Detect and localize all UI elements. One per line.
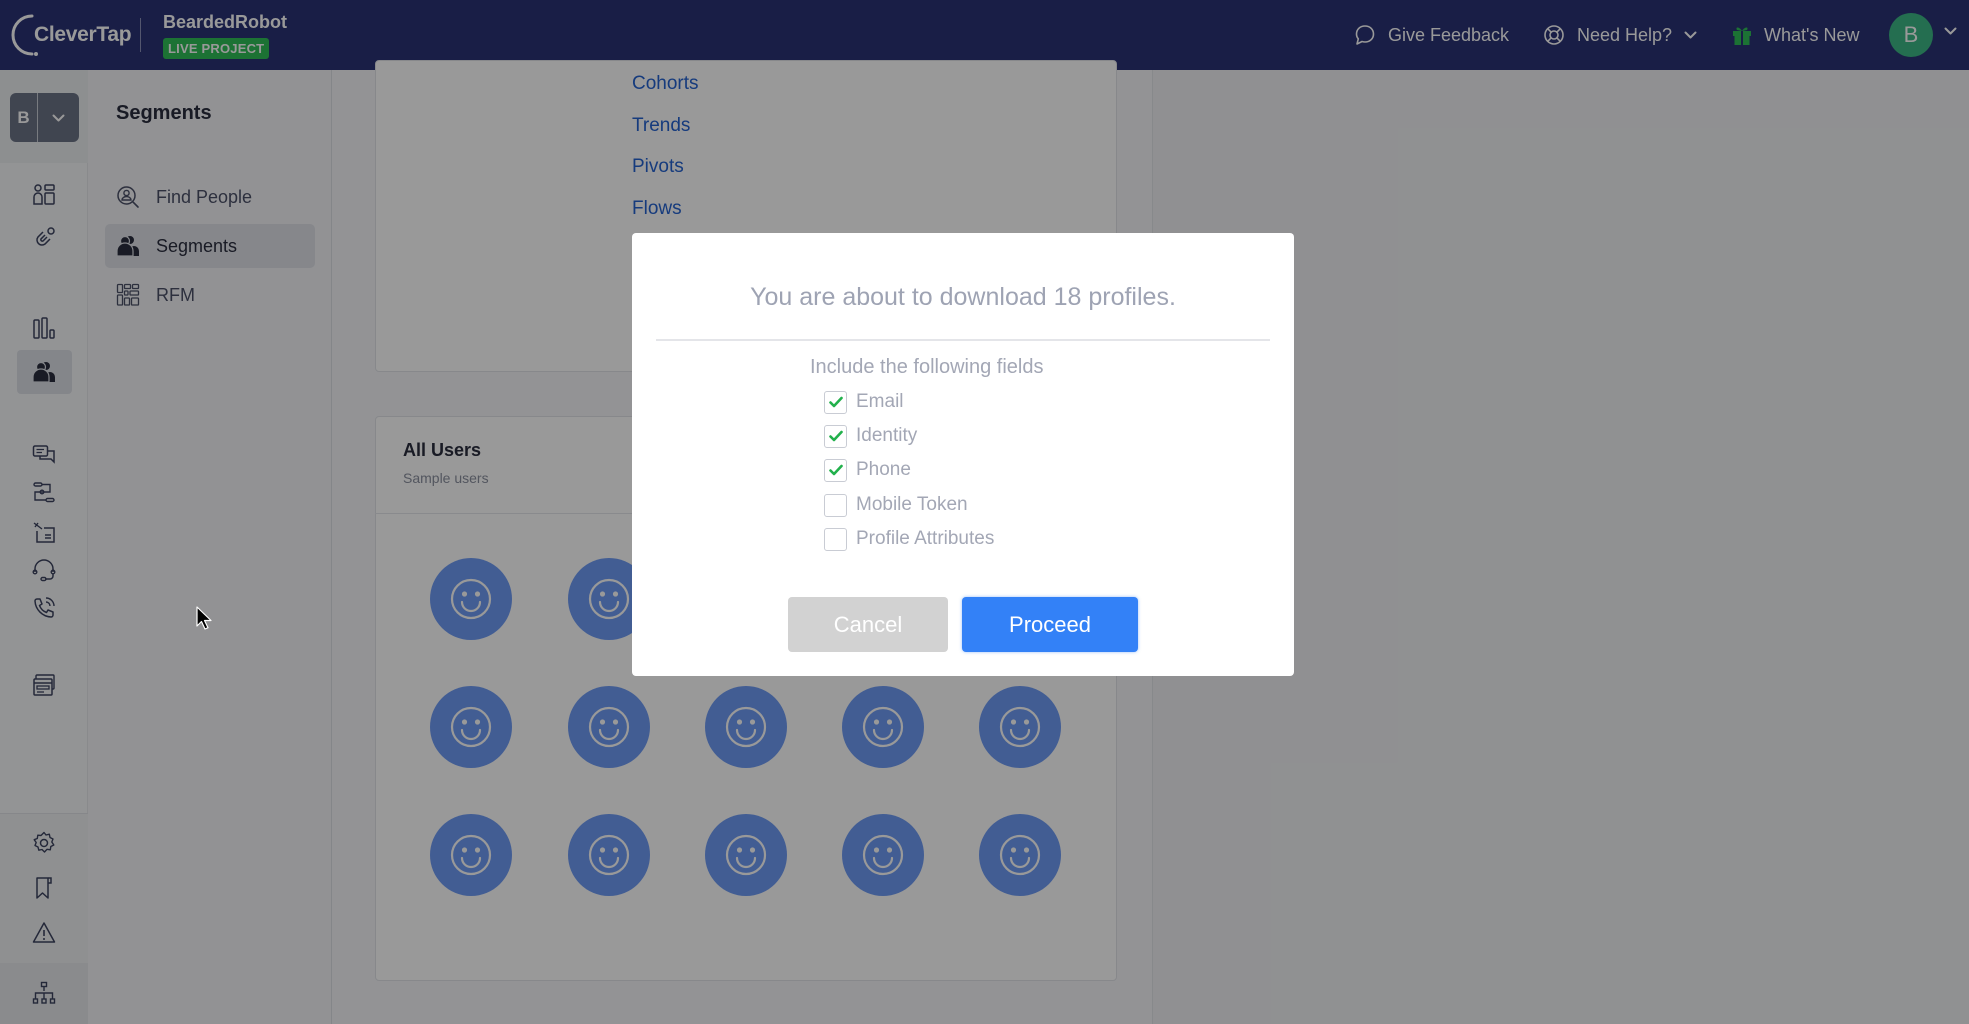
download-profiles-modal: You are about to download 18 profiles. I…: [632, 233, 1294, 676]
checkbox-checked[interactable]: [824, 390, 847, 414]
fields-subtitle: Include the following fields: [810, 356, 1044, 378]
modal-divider: [656, 339, 1270, 341]
field-option-phone[interactable]: Phone: [824, 458, 911, 482]
field-label: Profile Attributes: [856, 528, 995, 549]
field-option-mobile-token[interactable]: Mobile Token: [824, 493, 968, 517]
checkmark-icon: [828, 464, 843, 476]
proceed-button[interactable]: Proceed: [962, 597, 1138, 652]
checkmark-icon: [828, 430, 843, 442]
checkbox-checked[interactable]: [824, 458, 847, 482]
checkbox-unchecked[interactable]: [824, 527, 847, 551]
modal-title: You are about to download 18 profiles.: [750, 283, 1176, 311]
checkbox-checked[interactable]: [824, 424, 847, 448]
field-option-identity[interactable]: Identity: [824, 424, 917, 448]
checkbox-unchecked[interactable]: [824, 493, 847, 517]
checkmark-icon: [828, 396, 843, 408]
field-label: Email: [856, 391, 904, 412]
field-label: Mobile Token: [856, 494, 968, 515]
field-option-profile-attributes[interactable]: Profile Attributes: [824, 527, 994, 551]
field-option-email[interactable]: Email: [824, 390, 904, 414]
mouse-cursor-icon: [196, 606, 212, 630]
field-label: Identity: [856, 425, 918, 446]
field-label: Phone: [856, 459, 911, 480]
cancel-button[interactable]: Cancel: [788, 597, 948, 652]
